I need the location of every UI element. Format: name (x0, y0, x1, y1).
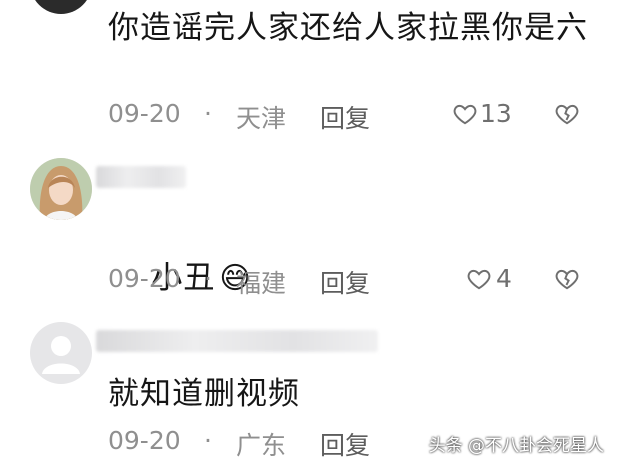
broken-heart-icon[interactable] (554, 266, 580, 292)
comment-text: 就知道删视频 (108, 376, 300, 412)
username-blurred (96, 330, 378, 352)
reply-button[interactable]: 回复 (320, 99, 370, 135)
user-photo-avatar (30, 158, 92, 220)
default-user-avatar-icon (42, 336, 80, 374)
watermark: 头条 @不八卦会死星人 (428, 436, 604, 456)
comment-location: 广东 (236, 431, 287, 460)
broken-heart-icon[interactable] (554, 101, 580, 127)
comment-location: 天津 (236, 104, 287, 133)
avatar[interactable] (30, 158, 92, 220)
reply-button[interactable]: 回复 (320, 264, 370, 300)
comment-date: 09-20 (108, 264, 181, 293)
avatar[interactable] (30, 322, 92, 384)
meta-separator: · (204, 426, 212, 455)
like-count: 13 (480, 99, 512, 128)
comment-date: 09-20 (108, 99, 181, 128)
comment-date: 09-20 (108, 426, 181, 455)
heart-outline-icon (453, 104, 477, 124)
comment-location: 福建 (236, 269, 287, 298)
like-count: 4 (496, 264, 512, 293)
avatar[interactable] (30, 0, 92, 14)
heart-outline-icon (467, 269, 491, 289)
username-blurred (96, 166, 186, 188)
meta-separator: · (204, 99, 212, 128)
comment-item: 小丑 😅 09-20 · 福建 回复 4 (0, 150, 618, 310)
comment-item: 你造谣完人家还给人家拉黑你是六 09-20 · 天津 回复 13 (0, 0, 618, 150)
meta-separator: · (204, 264, 212, 293)
like-button[interactable]: 4 (466, 264, 512, 293)
reply-button[interactable]: 回复 (320, 426, 370, 462)
comment-text: 你造谣完人家还给人家拉黑你是六 (108, 10, 588, 46)
like-button[interactable]: 13 (452, 99, 512, 128)
